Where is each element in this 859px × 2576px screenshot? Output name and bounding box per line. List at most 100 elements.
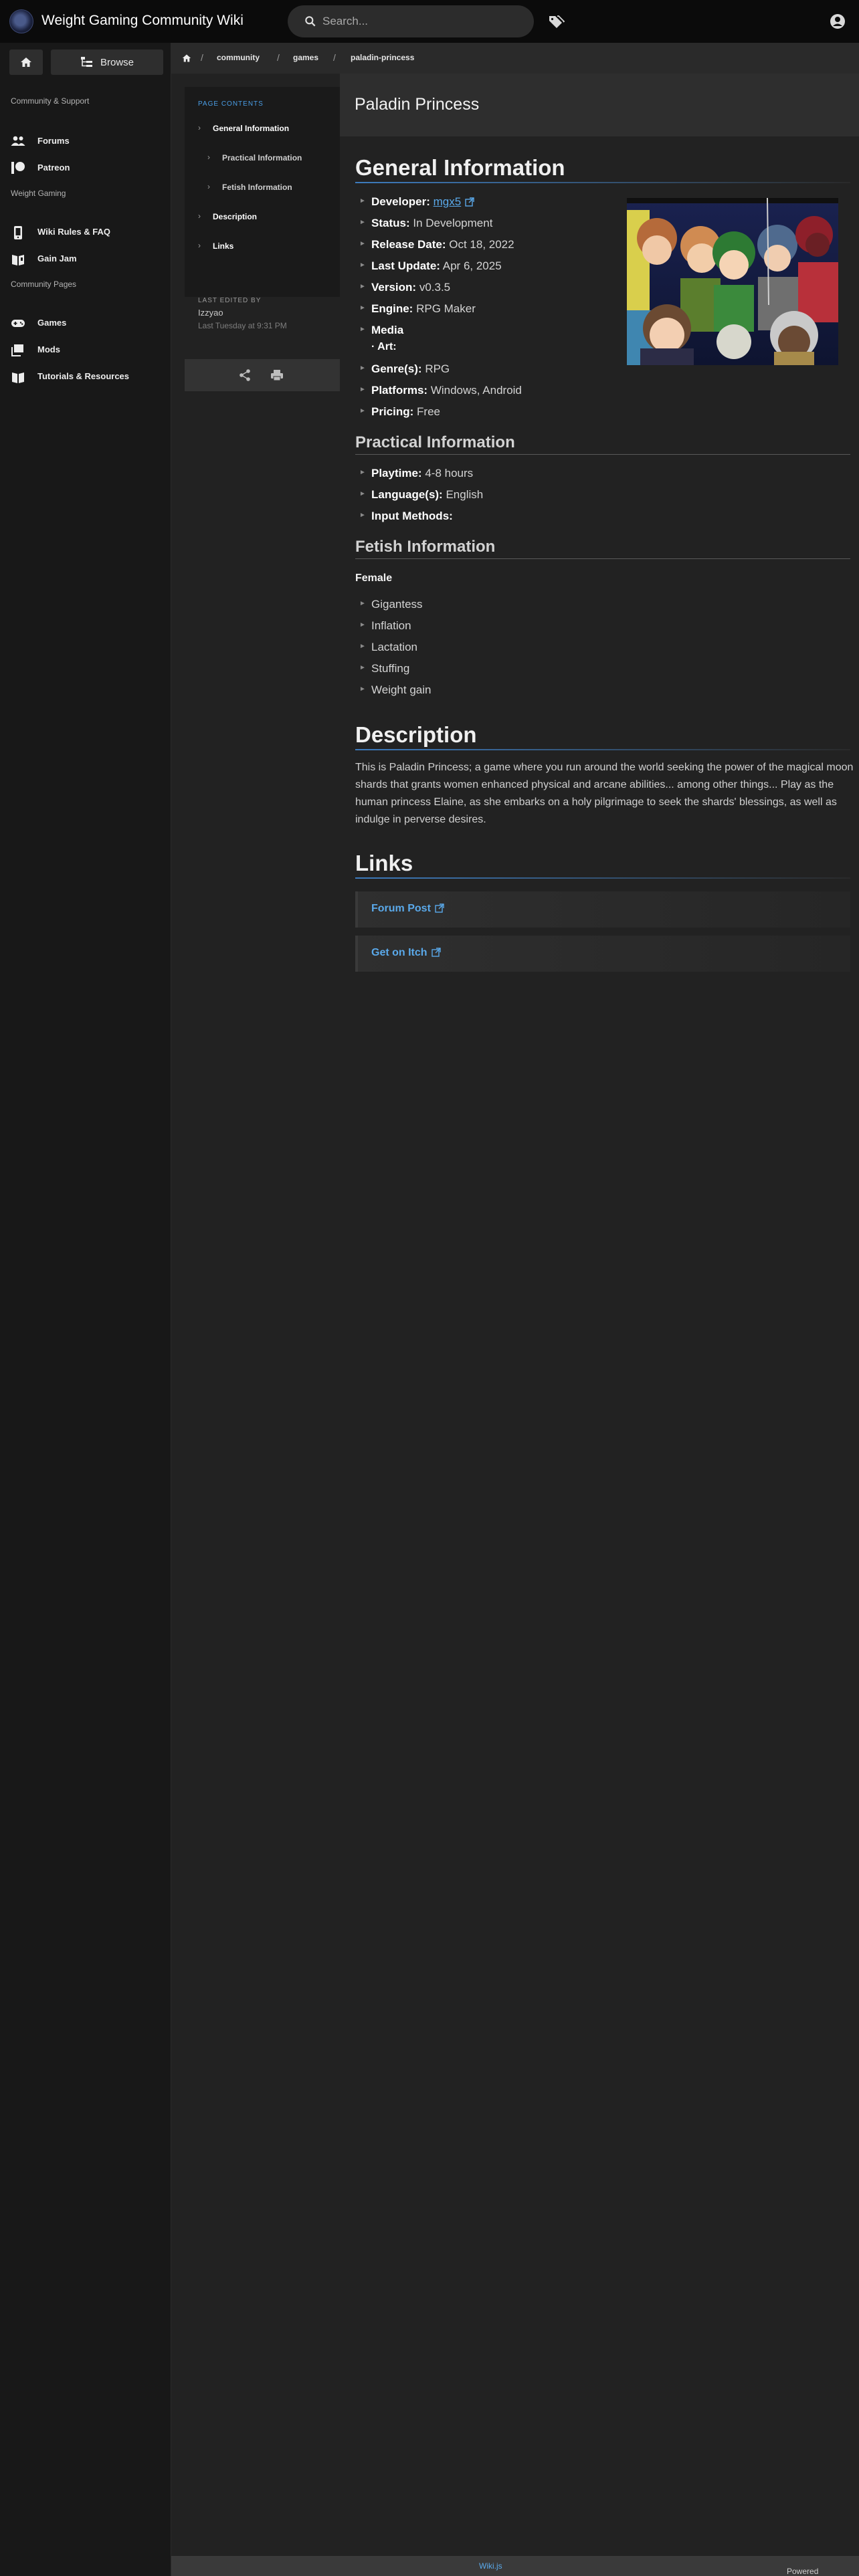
sidebar-item-label: Wiki Rules & FAQ bbox=[37, 227, 110, 237]
heading-general-information: General Information bbox=[355, 155, 565, 180]
external-link-icon bbox=[431, 948, 441, 957]
bullet-icon: ► bbox=[359, 512, 366, 519]
toc-item-label: Links bbox=[213, 241, 234, 251]
info-key: Developer: bbox=[371, 195, 430, 208]
link-label: Get on Itch bbox=[371, 947, 427, 958]
sidebar-item-patreon[interactable]: Patreon bbox=[0, 158, 171, 178]
bullet-icon: ► bbox=[359, 304, 366, 312]
page-header: Paladin Princess bbox=[340, 74, 859, 136]
link-card-forum-post[interactable]: Forum Post bbox=[355, 891, 850, 928]
sidebar-item-label: Forums bbox=[37, 136, 70, 146]
page-title: Paladin Princess bbox=[355, 95, 480, 114]
footer-link[interactable]: Wiki.js bbox=[479, 2561, 502, 2571]
bullet-icon: ► bbox=[359, 621, 366, 629]
forum-post-link[interactable]: Forum Post bbox=[371, 903, 444, 915]
last-edited-user[interactable]: Izzyao bbox=[198, 308, 223, 318]
gamepad-icon bbox=[11, 320, 25, 327]
sidebar-item-label: Tutorials & Resources bbox=[37, 371, 130, 381]
info-key: Last Update: bbox=[371, 259, 440, 272]
breadcrumb-separator: / bbox=[277, 52, 280, 63]
fetish-label: Lactation bbox=[371, 641, 417, 653]
link-label: Forum Post bbox=[371, 903, 431, 914]
info-value: Apr 6, 2025 bbox=[442, 259, 502, 272]
page-contents: PAGE CONTENTS › General Information › Pr… bbox=[185, 87, 340, 297]
last-edited-date: Last Tuesday at 9:31 PM bbox=[198, 321, 287, 330]
sidebar-item-label: Mods bbox=[37, 344, 60, 354]
breadcrumb-community[interactable]: community bbox=[217, 53, 260, 62]
sidebar-item-mods[interactable]: Mods bbox=[0, 340, 171, 360]
top-bar: Weight Gaming Community Wiki bbox=[0, 0, 859, 43]
home-button[interactable] bbox=[9, 49, 43, 75]
sidebar-item-games[interactable]: Games bbox=[0, 313, 171, 333]
external-link-icon[interactable] bbox=[465, 197, 474, 207]
bullet-icon: ► bbox=[359, 643, 366, 650]
site-title[interactable]: Weight Gaming Community Wiki bbox=[41, 13, 244, 29]
sidebar-item-label: Patreon bbox=[37, 163, 70, 173]
site-logo[interactable] bbox=[9, 9, 33, 33]
print-icon[interactable] bbox=[270, 368, 284, 382]
info-key: Pricing: bbox=[371, 405, 414, 418]
sidebar-item-tutorials[interactable]: Tutorials & Resources bbox=[0, 366, 171, 387]
phone-rules-icon bbox=[14, 226, 22, 239]
info-value: RPG Maker bbox=[416, 302, 476, 315]
info-key: Input Methods: bbox=[371, 510, 453, 522]
heading-rule bbox=[355, 182, 850, 183]
info-key: Genre(s): bbox=[371, 362, 422, 375]
itch-link[interactable]: Get on Itch bbox=[371, 947, 441, 959]
toc-item-label: General Information bbox=[213, 124, 290, 133]
bullet-icon: ► bbox=[359, 240, 366, 247]
bullet-icon: ► bbox=[359, 685, 366, 693]
heading-rule bbox=[355, 749, 850, 750]
heading-links: Links bbox=[355, 851, 413, 875]
info-value: In Development bbox=[413, 217, 493, 229]
browse-button[interactable]: Browse bbox=[51, 49, 163, 75]
description-text: This is Paladin Princess; a game where y… bbox=[355, 762, 854, 825]
tags-icon[interactable] bbox=[547, 13, 565, 29]
link-card-itch[interactable]: Get on Itch bbox=[355, 936, 850, 972]
bullet-icon: ► bbox=[359, 407, 366, 415]
info-key: Media bbox=[371, 324, 404, 336]
breadcrumb-separator: / bbox=[201, 52, 203, 63]
breadcrumb-home-icon[interactable] bbox=[182, 53, 191, 63]
patreon-icon bbox=[11, 162, 25, 174]
info-value: v0.3.5 bbox=[419, 281, 451, 294]
sidebar-item-wiki-rules[interactable]: Wiki Rules & FAQ bbox=[0, 222, 171, 242]
fetish-label: Inflation bbox=[371, 619, 411, 632]
info-key: Engine: bbox=[371, 302, 413, 315]
info-value: RPG bbox=[425, 362, 450, 375]
chevron-right-icon: › bbox=[198, 211, 201, 221]
layers-icon bbox=[11, 344, 23, 356]
info-media-art: · Art: bbox=[371, 341, 397, 352]
game-cover-image[interactable] bbox=[627, 198, 838, 365]
bullet-icon: ► bbox=[359, 600, 366, 607]
info-key: Version: bbox=[371, 281, 417, 294]
footer: Powered by Wiki.js bbox=[171, 2556, 859, 2576]
sidebar-item-forums[interactable]: Forums bbox=[0, 131, 171, 151]
bullet-icon: ► bbox=[359, 469, 366, 476]
toc-item-label: Practical Information bbox=[222, 153, 302, 163]
breadcrumb-current: paladin-princess bbox=[351, 53, 415, 62]
heading-rule bbox=[355, 454, 850, 455]
info-key: Platforms: bbox=[371, 384, 428, 397]
sidebar-item-gain-jam[interactable]: Gain Jam bbox=[0, 249, 171, 269]
search-box[interactable] bbox=[288, 5, 534, 37]
footer-text: Powered by Wiki.js bbox=[479, 2561, 818, 2576]
fetish-label: Weight gain bbox=[371, 683, 432, 696]
heading-description: Description bbox=[355, 722, 477, 747]
breadcrumb-games[interactable]: games bbox=[293, 53, 318, 62]
info-key: Release Date: bbox=[371, 238, 446, 251]
footer-prefix: Powered by bbox=[787, 2567, 819, 2576]
developer-link[interactable]: mgx5 bbox=[434, 195, 462, 208]
bullet-icon: ► bbox=[359, 490, 366, 498]
toc-title: PAGE CONTENTS bbox=[198, 100, 264, 108]
search-input[interactable] bbox=[322, 13, 516, 29]
bullet-icon: ► bbox=[359, 197, 366, 205]
people-icon bbox=[11, 136, 25, 146]
account-icon[interactable] bbox=[830, 13, 846, 29]
sidebar-header-community-pages: Community Pages bbox=[11, 280, 77, 289]
bullet-icon: ► bbox=[359, 326, 366, 333]
chevron-right-icon: › bbox=[198, 123, 201, 132]
chevron-right-icon: › bbox=[198, 241, 201, 250]
toc-item-label: Fetish Information bbox=[222, 183, 292, 192]
share-icon[interactable] bbox=[238, 368, 252, 382]
